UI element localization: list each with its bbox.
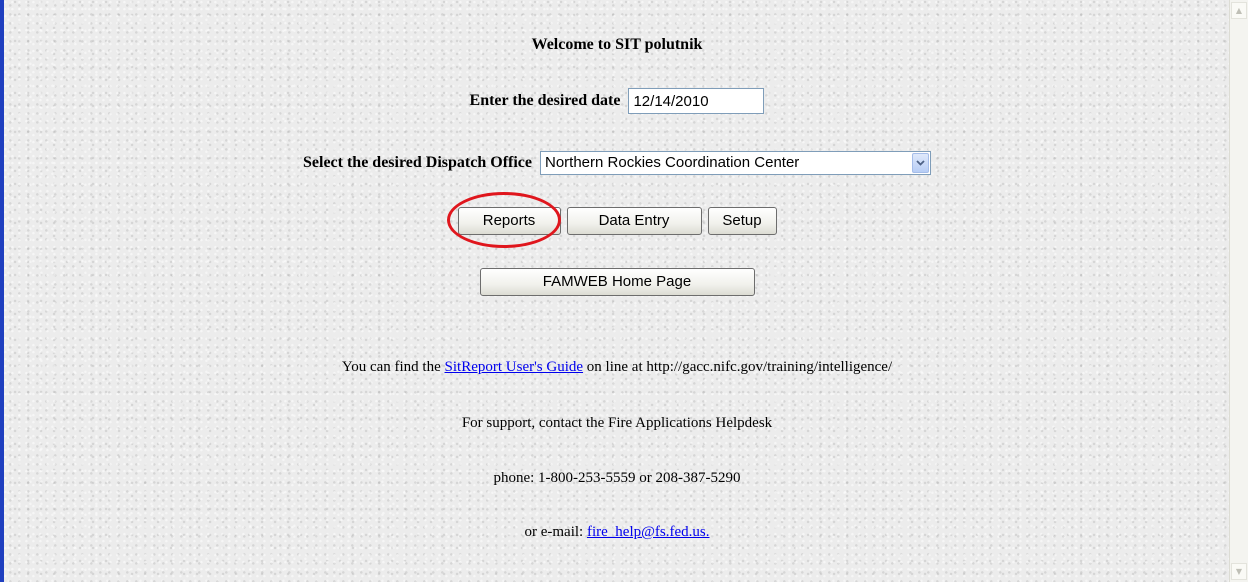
- guide-prefix-text: You can find the: [341, 359, 441, 375]
- action-buttons-row: Reports Data Entry Setup: [4, 207, 1230, 235]
- chevron-down-icon[interactable]: [912, 153, 929, 173]
- page-content: Welcome to SIT polutnik Enter the desire…: [4, 0, 1230, 582]
- date-input[interactable]: [628, 88, 765, 114]
- scroll-down-arrow-icon[interactable]: ▼: [1231, 563, 1247, 580]
- date-row: Enter the desired date: [4, 88, 1230, 114]
- setup-button[interactable]: Setup: [707, 207, 777, 235]
- office-row: Select the desired Dispatch Office North…: [4, 151, 1230, 175]
- date-label: Enter the desired date: [469, 92, 621, 109]
- users-guide-line: You can find the SitReport User's Guide …: [4, 359, 1230, 376]
- email-prefix-text: or e-mail:: [524, 524, 584, 540]
- reports-button[interactable]: Reports: [457, 207, 561, 235]
- dispatch-office-select[interactable]: Northern Rockies Coordination Center: [540, 151, 931, 175]
- dispatch-office-selected-value: Northern Rockies Coordination Center: [545, 154, 800, 171]
- page-title: Welcome to SIT polutnik: [531, 36, 703, 53]
- famweb-home-page-button[interactable]: FAMWEB Home Page: [479, 268, 755, 296]
- guide-suffix-text: on line at http://gacc.nifc.gov/training…: [586, 359, 893, 375]
- home-button-row: FAMWEB Home Page: [4, 268, 1230, 296]
- vertical-scrollbar[interactable]: ▲ ▼: [1229, 0, 1248, 582]
- scroll-up-arrow-icon[interactable]: ▲: [1231, 2, 1247, 19]
- data-entry-button[interactable]: Data Entry: [566, 207, 702, 235]
- support-text: For support, contact the Fire Applicatio…: [461, 415, 773, 431]
- email-line: or e-mail: fire_help@fs.fed.us.: [4, 524, 1230, 541]
- helpdesk-email-link[interactable]: fire_help@fs.fed.us.: [587, 524, 710, 540]
- browser-viewport: Welcome to SIT polutnik Enter the desire…: [0, 0, 1248, 582]
- users-guide-link[interactable]: SitReport User's Guide: [445, 359, 584, 375]
- phone-text: phone: 1-800-253-5559 or 208-387-5290: [493, 470, 741, 486]
- office-label: Select the desired Dispatch Office: [303, 154, 532, 171]
